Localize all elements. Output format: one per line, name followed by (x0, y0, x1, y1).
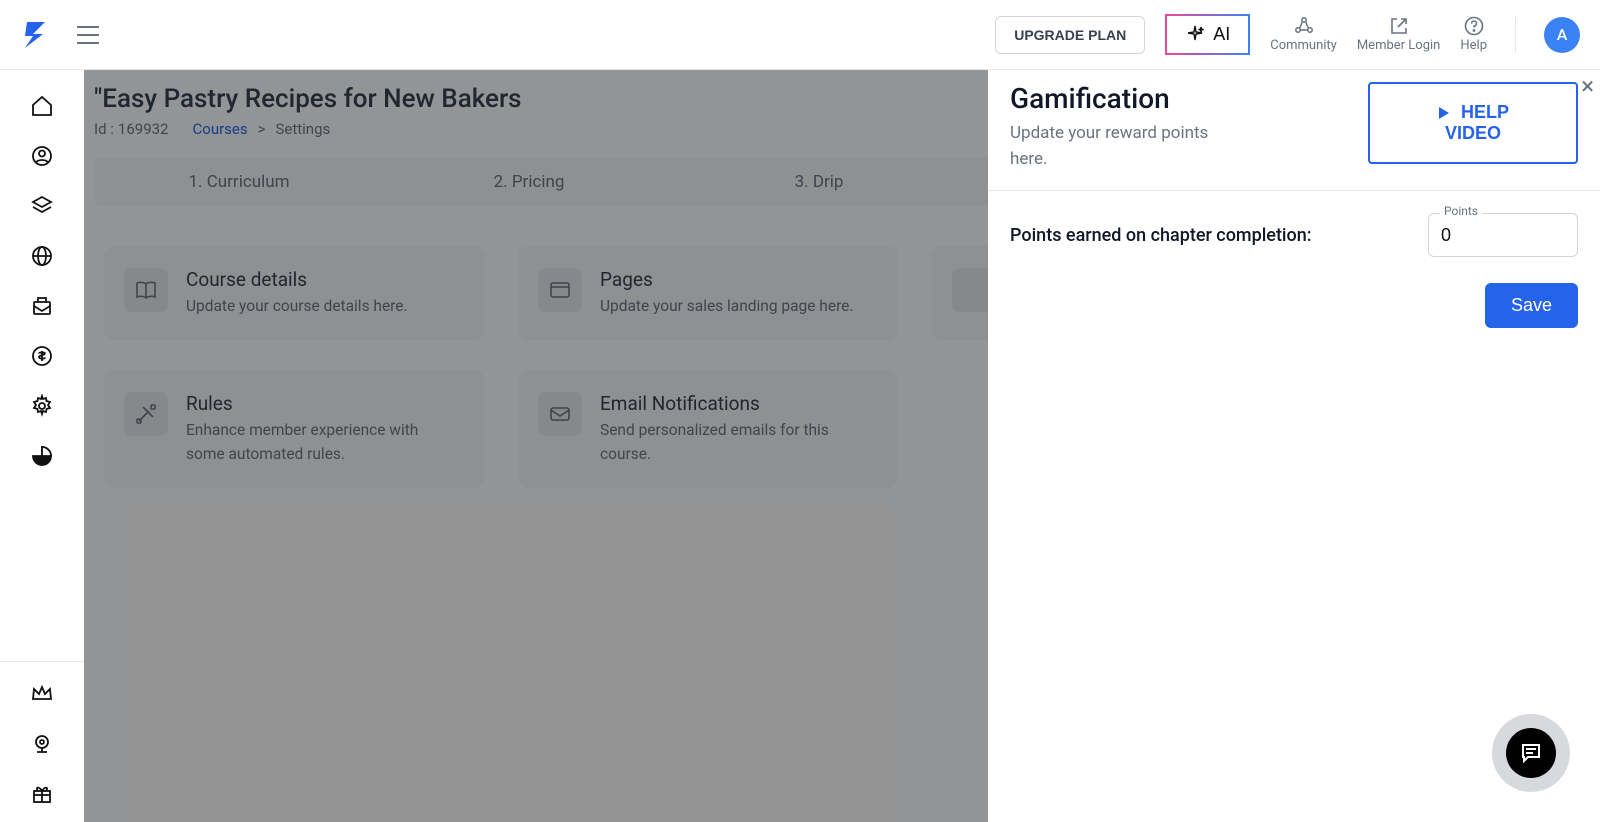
external-link-icon (1389, 16, 1409, 36)
drawer-title: Gamification (1010, 82, 1230, 115)
share-icon (1294, 16, 1314, 36)
sidebar-webcam[interactable] (20, 722, 64, 766)
sidebar-inbox[interactable] (20, 284, 64, 328)
help-video-line2: VIDEO (1445, 123, 1501, 144)
sidebar-chart[interactable] (20, 434, 64, 478)
drawer-subtitle: Update your reward points here. (1010, 121, 1230, 172)
save-row: Save (1010, 283, 1578, 328)
upgrade-plan-button[interactable]: UPGRADE PLAN (995, 16, 1145, 54)
close-icon[interactable]: × (1581, 74, 1594, 98)
points-input[interactable] (1428, 213, 1578, 257)
sidebar-divider (0, 661, 84, 662)
points-field-wrap: Points (1428, 213, 1578, 257)
member-login-label: Member Login (1357, 38, 1441, 53)
sidebar (0, 70, 84, 822)
help-video-line1: HELP (1461, 102, 1509, 123)
ai-button[interactable]: AI (1165, 14, 1250, 55)
header: UPGRADE PLAN AI Community Member Login H… (0, 0, 1600, 70)
gamification-drawer: × Gamification Update your reward points… (988, 70, 1600, 822)
sidebar-gift[interactable] (20, 772, 64, 816)
sparkle-icon (1185, 25, 1205, 45)
community-link[interactable]: Community (1270, 16, 1337, 53)
help-label: Help (1460, 38, 1487, 53)
help-link[interactable]: Help (1460, 16, 1487, 53)
points-row: Points earned on chapter completion: Poi… (1010, 213, 1578, 257)
chat-icon (1506, 728, 1556, 778)
points-legend: Points (1440, 204, 1482, 218)
drawer-body: Points earned on chapter completion: Poi… (988, 191, 1600, 350)
chat-launcher[interactable] (1492, 714, 1570, 792)
play-icon (1437, 106, 1451, 120)
help-video-button[interactable]: HELP VIDEO (1368, 82, 1578, 164)
community-label: Community (1270, 38, 1337, 53)
save-button[interactable]: Save (1485, 283, 1578, 328)
sidebar-money[interactable] (20, 334, 64, 378)
member-login-link[interactable]: Member Login (1357, 16, 1441, 53)
drawer-header: Gamification Update your reward points h… (988, 70, 1600, 191)
help-icon (1464, 16, 1484, 36)
header-divider (1515, 17, 1516, 53)
header-left (20, 19, 100, 51)
menu-toggle-icon[interactable] (76, 25, 100, 45)
app-logo[interactable] (20, 19, 52, 51)
sidebar-settings[interactable] (20, 384, 64, 428)
sidebar-globe[interactable] (20, 234, 64, 278)
points-label: Points earned on chapter completion: (1010, 225, 1312, 246)
header-right: UPGRADE PLAN AI Community Member Login H… (995, 14, 1580, 55)
user-avatar[interactable]: A (1544, 17, 1580, 53)
sidebar-profile[interactable] (20, 134, 64, 178)
sidebar-crown[interactable] (20, 672, 64, 716)
sidebar-home[interactable] (20, 84, 64, 128)
ai-label: AI (1213, 24, 1230, 45)
sidebar-layers[interactable] (20, 184, 64, 228)
